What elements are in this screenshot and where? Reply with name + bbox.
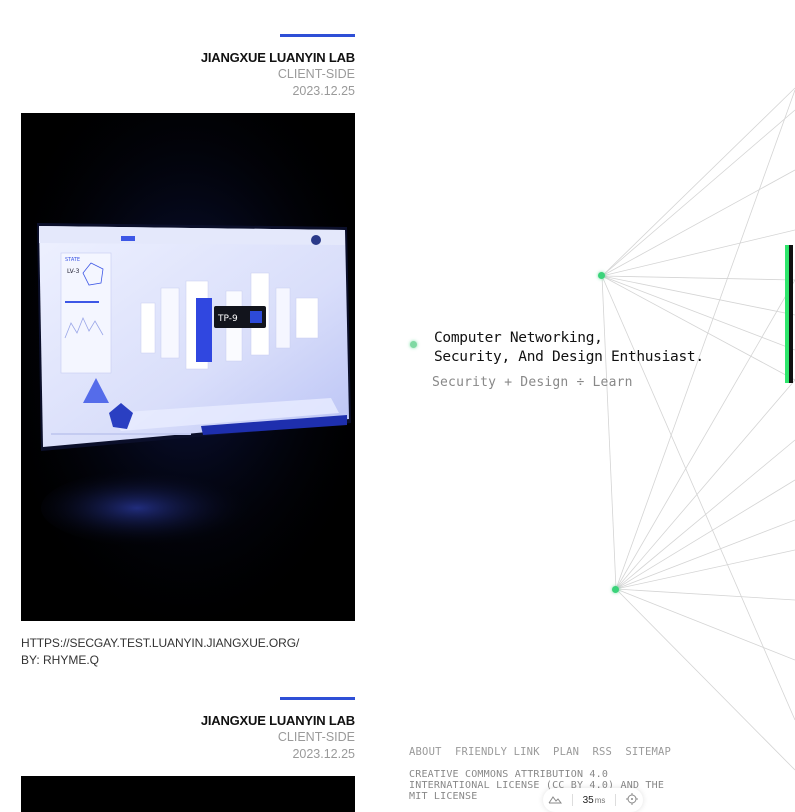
pill-divider	[571, 794, 573, 806]
hero-subtitle: Security + Design ÷ Learn	[432, 375, 633, 390]
footer-link-sitemap[interactable]: SITEMAP	[625, 746, 671, 758]
crosshair-icon[interactable]	[626, 792, 639, 808]
screen-tag-label: TP-9	[217, 314, 238, 324]
hero-tagline: Computer Networking, Security, And Desig…	[434, 329, 704, 367]
hero-line-1: Computer Networking,	[434, 330, 603, 346]
network-graph	[601, 87, 795, 771]
post-cover-image[interactable]: STATE LV-3 TP-9	[21, 113, 355, 621]
footer-link-about[interactable]: ABOUT	[409, 746, 442, 758]
hero-line-2: Security, And Design Enthusiast.	[434, 349, 704, 365]
status-pill[interactable]: 35ms	[543, 788, 643, 812]
network-node	[612, 586, 619, 593]
pill-divider	[615, 794, 617, 806]
post-accent-bar	[280, 34, 355, 37]
post-date: 2023.12.25	[292, 84, 355, 98]
post-card[interactable]: JIANGXUE LUANYIN LAB CLIENT-SIDE 2023.12…	[21, 0, 355, 680]
post-card[interactable]: JIANGXUE LUANYIN LAB CLIENT-SIDE 2023.12…	[21, 680, 355, 812]
post-category[interactable]: CLIENT-SIDE	[278, 730, 355, 744]
hero-bullet	[410, 341, 417, 348]
latency-readout: 35ms	[583, 795, 606, 806]
post-category[interactable]: CLIENT-SIDE	[278, 67, 355, 81]
network-node	[598, 272, 605, 279]
post-title[interactable]: JIANGXUE LUANYIN LAB	[201, 50, 355, 65]
post-cover-image[interactable]	[21, 776, 355, 812]
post-accent-bar	[280, 697, 355, 700]
side-accent-bar	[785, 245, 793, 383]
footer-link-rss[interactable]: RSS	[592, 746, 612, 758]
post-title[interactable]: JIANGXUE LUANYIN LAB	[201, 713, 355, 728]
footer-link-plan[interactable]: PLAN	[553, 746, 579, 758]
latency-unit: ms	[594, 795, 606, 805]
post-date: 2023.12.25	[292, 747, 355, 761]
footer-link-friendly[interactable]: FRIENDLY LINK	[455, 746, 540, 758]
latency-value: 35	[582, 794, 594, 806]
screen-level-label: LV-3	[67, 268, 80, 275]
dashboard-photo: STATE LV-3 TP-9	[21, 113, 355, 621]
post-url[interactable]: HTTPS://SECGAY.TEST.LUANYIN.JIANGXUE.ORG…	[21, 636, 299, 650]
post-author: BY: RHYME.Q	[21, 653, 100, 667]
screen-state-label: STATE	[65, 257, 80, 263]
footer-nav: ABOUT FRIENDLY LINK PLAN RSS SITEMAP	[409, 746, 678, 758]
mountain-icon[interactable]	[548, 794, 562, 807]
